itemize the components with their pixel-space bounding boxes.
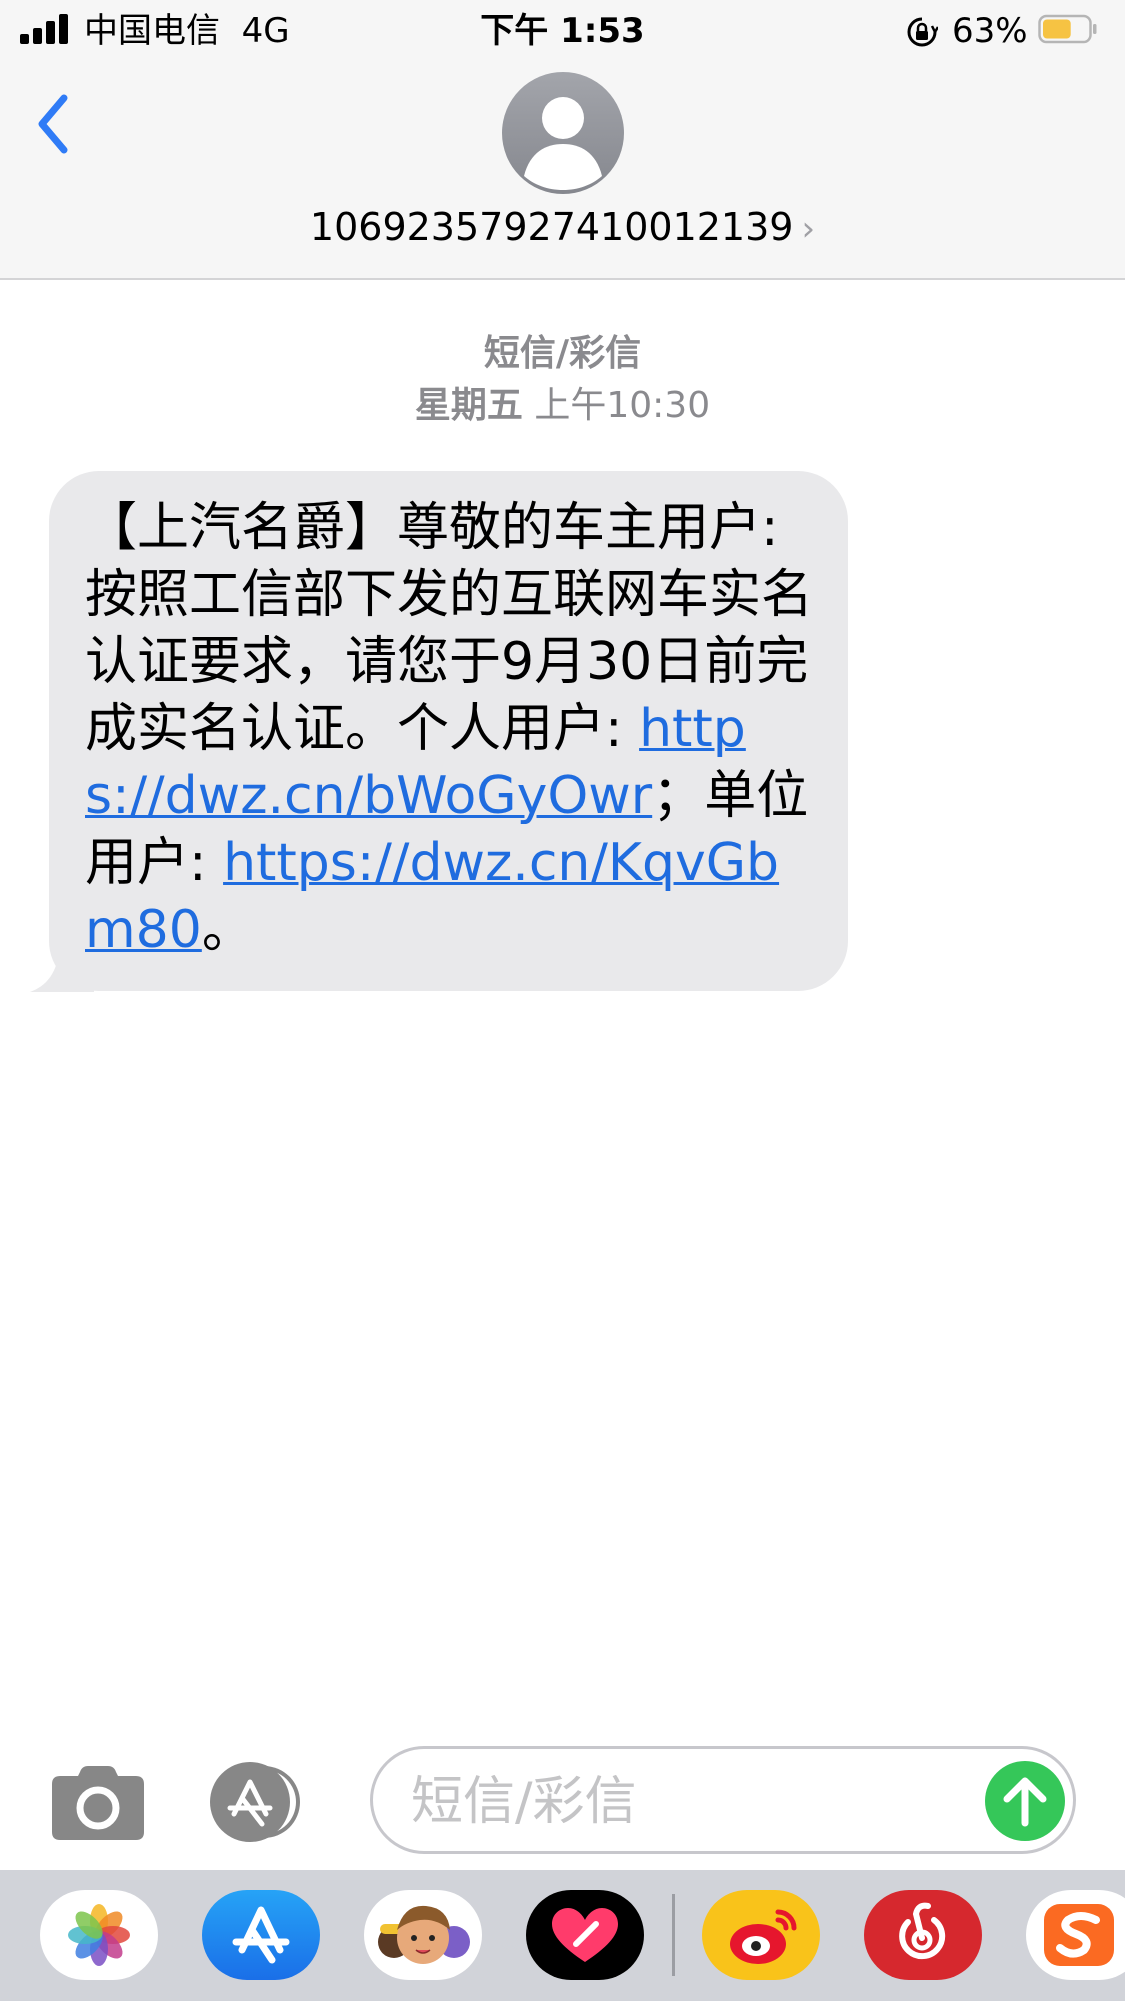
photos-app-icon[interactable] — [40, 1890, 158, 1980]
memoji-app-icon[interactable] — [364, 1890, 482, 1980]
contact-number: 10692357927410012139 — [309, 205, 794, 249]
compose-field[interactable] — [370, 1746, 1076, 1854]
chevron-right-icon: › — [801, 209, 816, 249]
sogou-app-icon[interactable] — [1026, 1890, 1125, 1980]
incoming-message-bubble[interactable]: 【上汽名爵】尊敬的车主用户: 按照工信部下发的互联网车实名认证要求，请您于9月3… — [49, 471, 848, 991]
rotation-lock-icon — [907, 17, 938, 47]
battery-icon — [1038, 14, 1097, 44]
netease-music-app-icon[interactable] — [864, 1890, 982, 1980]
message-timestamp: 星期五 上午10:30 — [0, 382, 1125, 430]
message-day: 星期五 — [414, 385, 523, 426]
arrow-up-icon — [1003, 1777, 1047, 1827]
status-bar: 中国电信 4G 下午 1:53 63% — [0, 0, 1125, 62]
battery-percent: 63% — [952, 11, 1028, 51]
message-text: 。 — [201, 900, 254, 960]
app-store-app-icon[interactable] — [202, 1890, 320, 1980]
send-button[interactable] — [985, 1761, 1065, 1841]
message-input[interactable] — [409, 1771, 973, 1833]
chevron-left-icon[interactable] — [30, 86, 80, 162]
imessage-app-strip — [0, 1870, 1125, 2001]
message-type-label: 短信/彩信 — [483, 333, 642, 374]
weibo-app-icon[interactable] — [702, 1890, 820, 1980]
conversation-header: 10692357927410012139 › — [0, 62, 1125, 280]
digital-touch-app-icon[interactable] — [526, 1890, 644, 1980]
app-store-button[interactable] — [210, 1762, 318, 1842]
app-strip-divider — [672, 1894, 675, 1976]
contact-avatar[interactable] — [502, 72, 624, 194]
camera-icon[interactable] — [52, 1764, 144, 1840]
person-icon — [524, 97, 602, 190]
contact-name-button[interactable]: 10692357927410012139 › — [0, 202, 1125, 254]
app-store-icon — [227, 1779, 273, 1827]
message-time: 上午10:30 — [534, 385, 711, 426]
